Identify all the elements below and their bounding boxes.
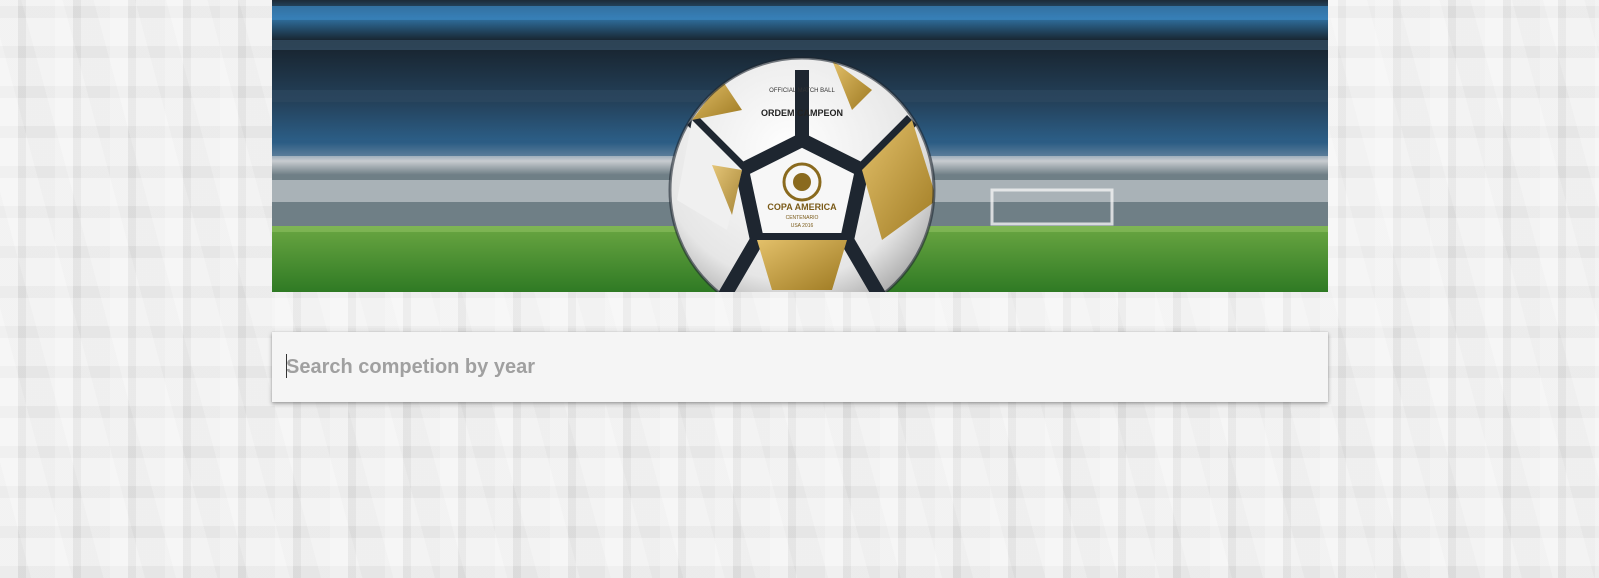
ball-top-text: OFFICIAL MATCH BALL: [769, 88, 835, 94]
search-input[interactable]: [272, 332, 1328, 402]
hero-banner: OFFICIAL MATCH BALL ORDEM CAMPEON COPA A…: [272, 0, 1328, 292]
ball-logo-year: USA 2016: [791, 223, 814, 229]
ball-brand-text: ORDEM CAMPEON: [761, 108, 843, 118]
ball-logo-title: COPA AMERICA: [767, 202, 837, 212]
hero-image: OFFICIAL MATCH BALL ORDEM CAMPEON COPA A…: [272, 0, 1328, 292]
text-cursor: [286, 354, 287, 378]
ball-logo-subtitle: CENTENARIO: [786, 215, 819, 221]
search-bar: [272, 332, 1328, 402]
